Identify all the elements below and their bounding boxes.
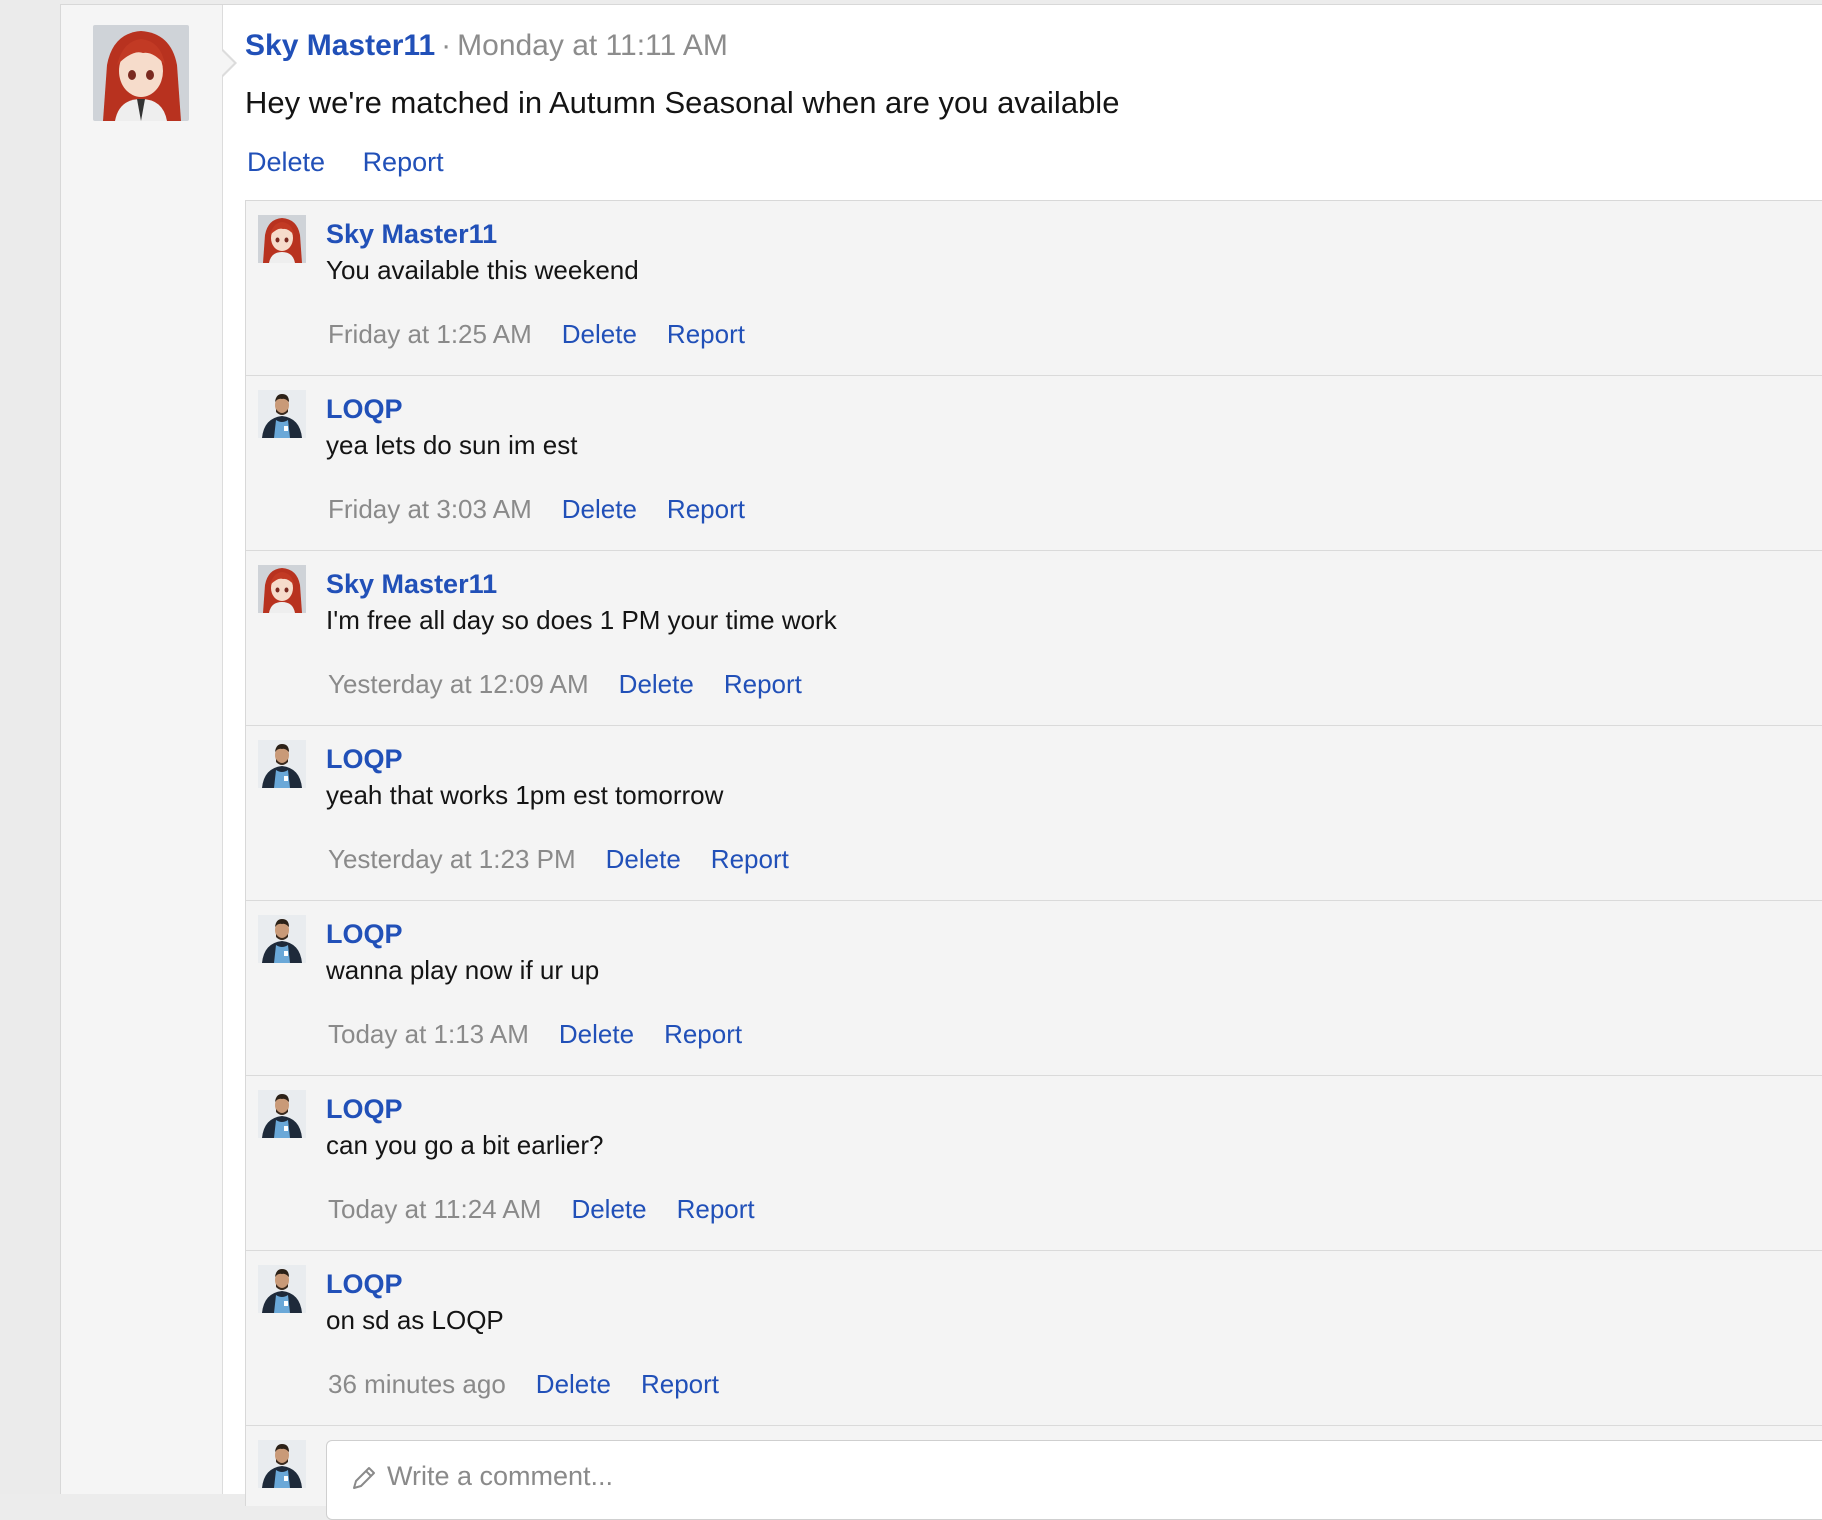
post-date[interactable]: Monday at 11:11 AM — [457, 29, 728, 62]
comment-item: Sky Master11 You available this weekend Fr… — [246, 201, 1822, 376]
comment-text: You available this weekend — [326, 255, 639, 285]
separator: · — [441, 29, 452, 62]
comment-text: yea lets do sun im est — [326, 430, 578, 460]
comment-text: I'm free all day so does 1 PM your time … — [326, 605, 837, 635]
delete-comment-link[interactable]: Delete — [562, 319, 637, 349]
comment-form: Write a comment... — [246, 1426, 1822, 1520]
comment-author-link[interactable]: Sky Master11 — [326, 219, 497, 250]
comment-timestamp[interactable]: 36 minutes ago — [328, 1369, 506, 1399]
post-actions: Delete Report — [247, 147, 474, 178]
report-comment-link[interactable]: Report — [664, 1019, 742, 1049]
delete-comment-link[interactable]: Delete — [559, 1019, 634, 1049]
report-comment-link[interactable]: Report — [724, 669, 802, 699]
comment-author-link[interactable]: LOQP — [326, 1269, 403, 1300]
comment-placeholder: Write a comment... — [387, 1461, 614, 1491]
comment-text: can you go a bit earlier? — [326, 1130, 604, 1160]
comment-author-link[interactable]: LOQP — [326, 919, 403, 950]
delete-comment-link[interactable]: Delete — [536, 1369, 611, 1399]
comment-avatar[interactable] — [258, 740, 306, 788]
comment-meta: Today at 1:13 AM Delete Report — [328, 1019, 772, 1050]
comment-author-link[interactable]: LOQP — [326, 744, 403, 775]
comment-text: yeah that works 1pm est tomorrow — [326, 780, 724, 810]
comment-avatar[interactable] — [258, 1090, 306, 1138]
current-user-avatar — [258, 1440, 306, 1488]
man-hoodie-avatar-icon — [258, 1440, 306, 1488]
post-author-link[interactable]: Sky Master11 — [245, 29, 435, 62]
comment-avatar[interactable] — [258, 1265, 306, 1313]
man-hoodie-avatar-icon — [258, 1265, 306, 1313]
comment-timestamp[interactable]: Today at 1:13 AM — [328, 1019, 529, 1049]
comment-avatar[interactable] — [258, 915, 306, 963]
delete-comment-link[interactable]: Delete — [619, 669, 694, 699]
delete-comment-link[interactable]: Delete — [571, 1194, 646, 1224]
comment-meta: Friday at 1:25 AM Delete Report — [328, 319, 775, 350]
delete-comment-link[interactable]: Delete — [606, 844, 681, 874]
comment-text: on sd as LOQP — [326, 1305, 504, 1335]
anime-girl-avatar-icon — [258, 215, 306, 263]
report-comment-link[interactable]: Report — [667, 319, 745, 349]
post-author-column — [61, 5, 223, 1494]
post-header: Sky Master11 · Monday at 11:11 AM — [245, 29, 728, 63]
comment-meta: Yesterday at 12:09 AM Delete Report — [328, 669, 832, 700]
comment-author-link[interactable]: LOQP — [326, 1094, 403, 1125]
anime-girl-avatar-icon — [258, 565, 306, 613]
man-hoodie-avatar-icon — [258, 1090, 306, 1138]
report-comment-link[interactable]: Report — [711, 844, 789, 874]
delete-post-link[interactable]: Delete — [247, 147, 325, 177]
comment-timestamp[interactable]: Friday at 1:25 AM — [328, 319, 532, 349]
comment-text: wanna play now if ur up — [326, 955, 600, 985]
comment-avatar[interactable] — [258, 390, 306, 438]
comment-item: LOQP wanna play now if ur up Today at 1:13… — [246, 901, 1822, 1076]
report-post-link[interactable]: Report — [363, 147, 444, 177]
comment-meta: Yesterday at 1:23 PM Delete Report — [328, 844, 819, 875]
comment-timestamp[interactable]: Today at 11:24 AM — [328, 1194, 541, 1224]
comment-input[interactable]: Write a comment... — [326, 1440, 1822, 1520]
comment-author-link[interactable]: Sky Master11 — [326, 569, 497, 600]
report-comment-link[interactable]: Report — [677, 1194, 755, 1224]
comment-item: LOQP can you go a bit earlier? Today at 11… — [246, 1076, 1822, 1251]
page-left-margin — [0, 0, 60, 1494]
pencil-icon — [353, 1467, 375, 1489]
comment-meta: Today at 11:24 AM Delete Report — [328, 1194, 785, 1225]
comment-author-link[interactable]: LOQP — [326, 394, 403, 425]
delete-comment-link[interactable]: Delete — [562, 494, 637, 524]
comment-meta: Friday at 3:03 AM Delete Report — [328, 494, 775, 525]
comment-item: LOQP on sd as LOQP 36 minutes ago Delete Rep… — [246, 1251, 1822, 1426]
comment-timestamp[interactable]: Yesterday at 12:09 AM — [328, 669, 589, 699]
comment-list: Sky Master11 You available this weekend Fr… — [245, 200, 1822, 1520]
comment-timestamp[interactable]: Yesterday at 1:23 PM — [328, 844, 576, 874]
comment-avatar[interactable] — [258, 565, 306, 613]
man-hoodie-avatar-icon — [258, 390, 306, 438]
profile-post: Sky Master11 · Monday at 11:11 AM Hey we'r… — [60, 4, 1822, 1520]
post-main: Sky Master11 · Monday at 11:11 AM Hey we'r… — [245, 5, 1822, 1520]
comment-meta: 36 minutes ago Delete Report — [328, 1369, 749, 1400]
comment-timestamp[interactable]: Friday at 3:03 AM — [328, 494, 532, 524]
post-pointer-arrow-fill — [222, 51, 234, 75]
comment-item: LOQP yea lets do sun im est Friday at 3:03… — [246, 376, 1822, 551]
avatar[interactable] — [93, 25, 189, 121]
man-hoodie-avatar-icon — [258, 740, 306, 788]
report-comment-link[interactable]: Report — [667, 494, 745, 524]
man-hoodie-avatar-icon — [258, 915, 306, 963]
anime-girl-avatar-icon — [93, 25, 189, 121]
comment-avatar[interactable] — [258, 215, 306, 263]
comment-item: Sky Master11 I'm free all day so does 1 P… — [246, 551, 1822, 726]
post-message: Hey we're matched in Autumn Seasonal whe… — [245, 85, 1120, 120]
report-comment-link[interactable]: Report — [641, 1369, 719, 1399]
comment-item: LOQP yeah that works 1pm est tomorrow Yest… — [246, 726, 1822, 901]
